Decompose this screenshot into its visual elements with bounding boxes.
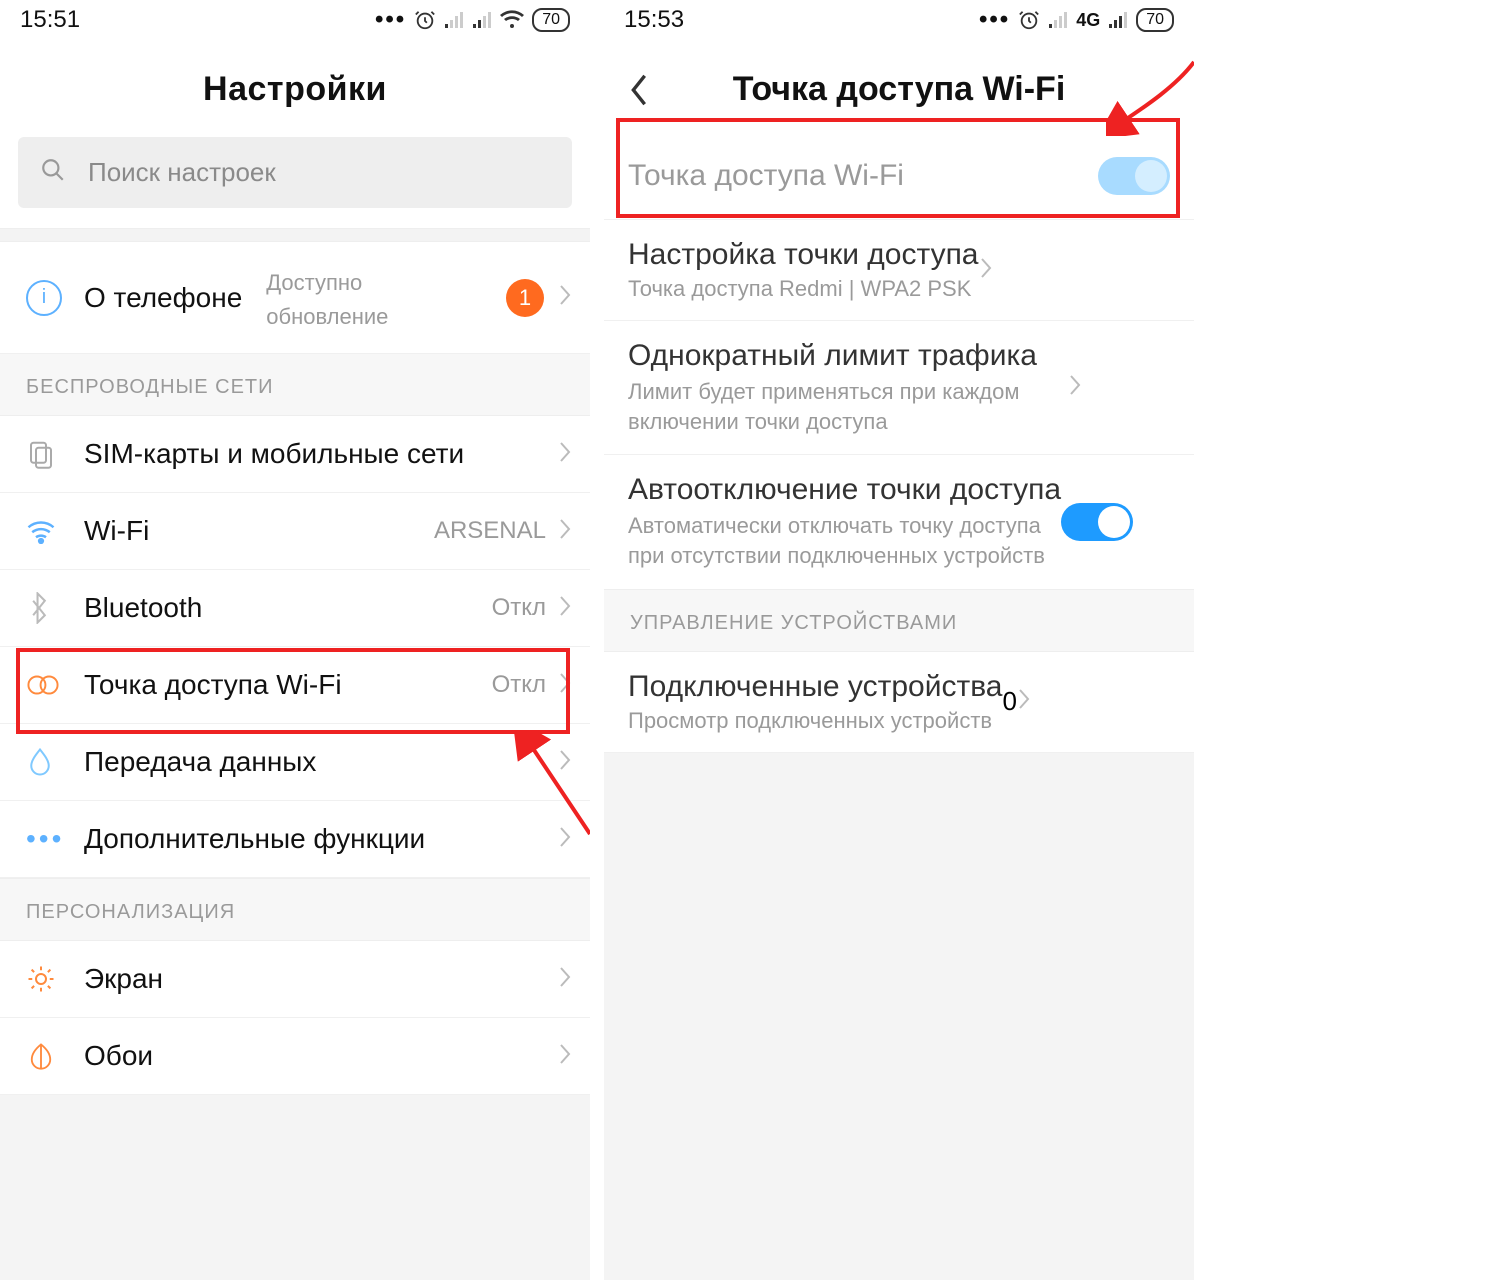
hotspot-icon bbox=[26, 670, 84, 700]
network-label: 4G bbox=[1076, 10, 1100, 31]
alarm-icon bbox=[1018, 9, 1040, 31]
row-sim[interactable]: SIM-карты и мобильные сети bbox=[0, 416, 590, 493]
row-hotspot[interactable]: Точка доступа Wi-Fi Откл bbox=[0, 647, 590, 724]
chevron-right-icon bbox=[558, 825, 572, 854]
chevron-right-icon bbox=[558, 283, 572, 312]
chevron-right-icon bbox=[558, 517, 572, 546]
row-about-phone[interactable]: i О телефоне Доступно обновление 1 bbox=[0, 242, 590, 354]
wallpaper-icon bbox=[26, 1041, 84, 1071]
section-personal: ПЕРСОНАЛИЗАЦИЯ bbox=[0, 878, 590, 941]
wifi-icon bbox=[26, 518, 84, 544]
row-display[interactable]: Экран bbox=[0, 941, 590, 1018]
sim-icon bbox=[26, 439, 84, 469]
signal-2-icon bbox=[472, 11, 492, 29]
row-hotspot-toggle[interactable]: Точка доступа Wi-Fi bbox=[604, 133, 1194, 220]
screenshot-settings: 15:51 ••• 70 Настройки Поиск настроек i … bbox=[0, 0, 590, 1280]
data-icon bbox=[26, 747, 84, 777]
row-setup-hotspot[interactable]: Настройка точки доступа Точка доступа Re… bbox=[604, 220, 1194, 321]
update-badge: 1 bbox=[506, 279, 544, 317]
row-connected-devices[interactable]: Подключенные устройства Просмотр подключ… bbox=[604, 652, 1194, 753]
chevron-right-icon bbox=[558, 1042, 572, 1071]
row-data-usage[interactable]: Передача данных bbox=[0, 724, 590, 801]
more-icon: ••• bbox=[26, 823, 84, 855]
battery-indicator: 70 bbox=[532, 8, 570, 32]
page-title: Точка доступа Wi-Fi bbox=[668, 70, 1130, 109]
row-more-features[interactable]: ••• Дополнительные функции bbox=[0, 801, 590, 878]
status-more-icon: ••• bbox=[375, 6, 406, 34]
status-time: 15:53 bbox=[624, 6, 684, 34]
screenshot-hotspot: 15:53 ••• 4G 70 Точка доступа Wi-Fi Точк… bbox=[604, 0, 1194, 1280]
back-button[interactable] bbox=[628, 73, 668, 107]
section-wireless: БЕСПРОВОДНЫЕ СЕТИ bbox=[0, 354, 590, 416]
row-bluetooth[interactable]: Bluetooth Откл bbox=[0, 570, 590, 647]
display-icon bbox=[26, 964, 84, 994]
bt-value: Откл bbox=[492, 594, 546, 622]
signal-1-icon bbox=[1048, 11, 1068, 29]
chevron-right-icon bbox=[979, 256, 993, 285]
status-bar: 15:51 ••• 70 bbox=[0, 0, 590, 38]
row-wifi[interactable]: Wi-Fi ARSENAL bbox=[0, 493, 590, 570]
search-settings[interactable]: Поиск настроек bbox=[18, 137, 572, 208]
status-more-icon: ••• bbox=[979, 6, 1010, 34]
hotspot-value: Откл bbox=[492, 671, 546, 699]
chevron-right-icon bbox=[1017, 687, 1031, 716]
row-wallpaper[interactable]: Обои bbox=[0, 1018, 590, 1095]
chevron-right-icon bbox=[558, 440, 572, 469]
hotspot-toggle[interactable] bbox=[1098, 157, 1170, 195]
chevron-right-icon bbox=[558, 671, 572, 700]
search-placeholder: Поиск настроек bbox=[88, 157, 276, 188]
chevron-right-icon bbox=[558, 748, 572, 777]
bluetooth-icon bbox=[26, 592, 84, 624]
signal-2-icon bbox=[1108, 11, 1128, 29]
row-auto-off[interactable]: Автоотключение точки доступа Автоматичес… bbox=[604, 455, 1194, 588]
signal-1-icon bbox=[444, 11, 464, 29]
chevron-right-icon bbox=[1068, 373, 1082, 402]
search-icon bbox=[40, 157, 66, 188]
battery-indicator: 70 bbox=[1136, 8, 1174, 32]
page-title: Настройки bbox=[0, 70, 590, 109]
wifi-value: ARSENAL bbox=[434, 517, 546, 545]
chevron-right-icon bbox=[558, 594, 572, 623]
header: Точка доступа Wi-Fi bbox=[604, 70, 1194, 109]
auto-off-toggle[interactable] bbox=[1061, 503, 1133, 541]
status-bar: 15:53 ••• 4G 70 bbox=[604, 0, 1194, 38]
connected-count: 0 bbox=[1003, 686, 1017, 717]
status-time: 15:51 bbox=[20, 6, 80, 34]
section-devices: УПРАВЛЕНИЕ УСТРОЙСТВАМИ bbox=[604, 589, 1194, 652]
about-sub2: обновление bbox=[266, 302, 388, 332]
chevron-right-icon bbox=[558, 965, 572, 994]
about-label: О телефоне bbox=[84, 282, 242, 314]
row-traffic-limit[interactable]: Однократный лимит трафика Лимит будет пр… bbox=[604, 321, 1194, 455]
about-sub1: Доступно bbox=[266, 268, 388, 298]
alarm-icon bbox=[414, 9, 436, 31]
info-icon: i bbox=[26, 280, 84, 316]
wifi-icon bbox=[500, 10, 524, 30]
